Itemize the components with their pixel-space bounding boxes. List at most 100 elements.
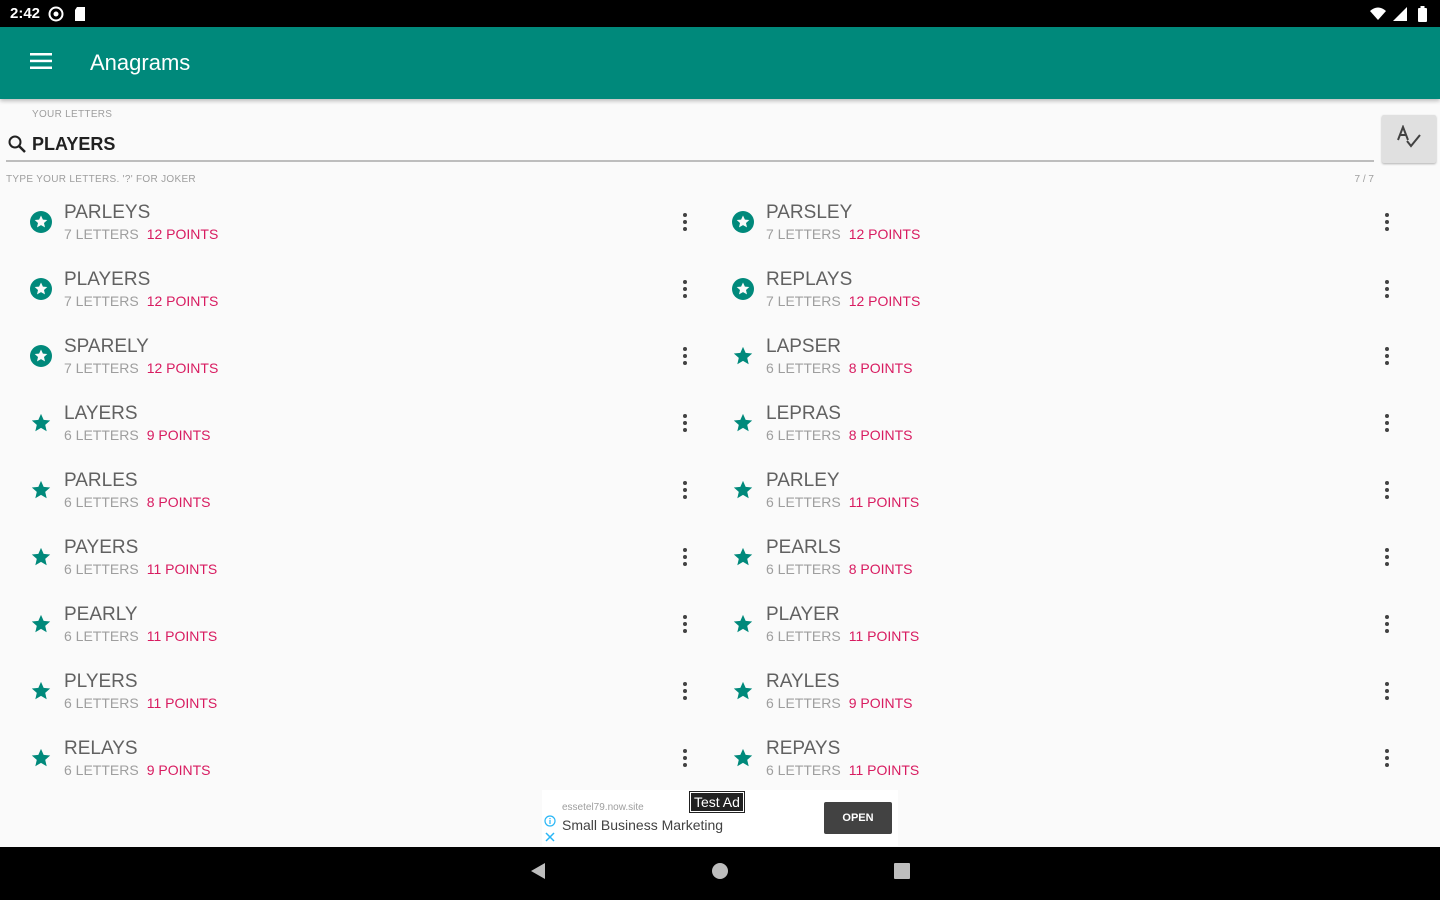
- result-text: PLAYER 6 LETTERS 11 POINTS: [766, 603, 1372, 645]
- points-value: 8 POINTS: [848, 426, 913, 443]
- result-word: RELAYS: [64, 737, 138, 759]
- more-options-icon[interactable]: [670, 202, 700, 242]
- result-item[interactable]: PLAYERS 7 LETTERS 12 POINTS: [0, 255, 700, 322]
- star-icon: [0, 546, 64, 568]
- result-meta: 6 LETTERS 9 POINTS: [64, 761, 670, 779]
- ad-info-icon[interactable]: [544, 814, 556, 827]
- points-value: 12 POINTS: [146, 359, 219, 376]
- status-time: 2:42: [10, 5, 41, 22]
- more-options-icon[interactable]: [1372, 202, 1402, 242]
- result-text: LAPSER 6 LETTERS 8 POINTS: [766, 335, 1372, 377]
- more-options-icon[interactable]: [1372, 470, 1402, 510]
- result-item[interactable]: PARSLEY 7 LETTERS 12 POINTS: [702, 188, 1402, 255]
- more-options-icon[interactable]: [670, 671, 700, 711]
- result-text: LAYERS 6 LETTERS 9 POINTS: [64, 402, 670, 444]
- back-button[interactable]: [508, 847, 568, 900]
- result-item[interactable]: PEARLY 6 LETTERS 11 POINTS: [0, 590, 700, 657]
- ad-open-button[interactable]: OPEN: [824, 802, 892, 834]
- menu-button[interactable]: [0, 27, 82, 99]
- more-options-icon[interactable]: [1372, 403, 1402, 443]
- points-value: 11 POINTS: [146, 627, 218, 644]
- star-circle-icon: [702, 210, 766, 234]
- more-options-icon[interactable]: [670, 336, 700, 376]
- ad-banner[interactable]: essetel79.now.site Test Ad Small Busines…: [542, 790, 898, 846]
- sd-card-icon: [72, 6, 88, 22]
- more-options-icon[interactable]: [1372, 537, 1402, 577]
- result-text: PARLES 6 LETTERS 8 POINTS: [64, 469, 670, 511]
- points-value: 11 POINTS: [146, 560, 218, 577]
- letters-input[interactable]: [32, 129, 1374, 159]
- result-item[interactable]: REPAYS 6 LETTERS 11 POINTS: [702, 724, 1402, 791]
- result-item[interactable]: PARLEY 6 LETTERS 11 POINTS: [702, 456, 1402, 523]
- points-value: 11 POINTS: [146, 694, 218, 711]
- more-options-icon[interactable]: [670, 604, 700, 644]
- test-ad-badge: Test Ad: [690, 792, 744, 812]
- more-options-icon[interactable]: [1372, 738, 1402, 778]
- home-icon: [710, 861, 730, 886]
- points-value: 8 POINTS: [848, 560, 913, 577]
- letter-count: 6 LETTERS: [766, 359, 841, 376]
- result-item[interactable]: PEARLS 6 LETTERS 8 POINTS: [702, 523, 1402, 590]
- result-item[interactable]: LAYERS 6 LETTERS 9 POINTS: [0, 389, 700, 456]
- result-word: PARLES: [64, 469, 138, 491]
- more-options-icon[interactable]: [670, 537, 700, 577]
- recents-button[interactable]: [872, 847, 932, 900]
- result-item[interactable]: PARLEYS 7 LETTERS 12 POINTS: [0, 188, 700, 255]
- result-item[interactable]: RELAYS 6 LETTERS 9 POINTS: [0, 724, 700, 791]
- result-item[interactable]: REPLAYS 7 LETTERS 12 POINTS: [702, 255, 1402, 322]
- ad-close-icon[interactable]: [544, 830, 556, 842]
- result-word: REPLAYS: [766, 268, 853, 290]
- result-word: SPARELY: [64, 335, 149, 357]
- star-icon: [0, 680, 64, 702]
- letter-count: 6 LETTERS: [64, 761, 139, 778]
- more-options-icon[interactable]: [1372, 269, 1402, 309]
- navigation-bar: [0, 847, 1440, 900]
- result-item[interactable]: SPARELY 7 LETTERS 12 POINTS: [0, 322, 700, 389]
- star-circle-icon: [0, 344, 64, 368]
- more-options-icon[interactable]: [670, 403, 700, 443]
- more-options-icon[interactable]: [1372, 604, 1402, 644]
- at-icon: [48, 6, 64, 22]
- result-item[interactable]: PARLES 6 LETTERS 8 POINTS: [0, 456, 700, 523]
- points-value: 12 POINTS: [848, 225, 921, 242]
- letter-count: 6 LETTERS: [64, 694, 139, 711]
- letter-count: 7 LETTERS: [766, 225, 841, 242]
- star-icon: [0, 613, 64, 635]
- more-options-icon[interactable]: [670, 269, 700, 309]
- result-item[interactable]: LAPSER 6 LETTERS 8 POINTS: [702, 322, 1402, 389]
- result-item[interactable]: PLYERS 6 LETTERS 11 POINTS: [0, 657, 700, 724]
- result-item[interactable]: PLAYER 6 LETTERS 11 POINTS: [702, 590, 1402, 657]
- result-meta: 6 LETTERS 11 POINTS: [766, 627, 1372, 645]
- star-circle-icon: [702, 277, 766, 301]
- letter-count: 6 LETTERS: [766, 627, 841, 644]
- points-value: 9 POINTS: [146, 426, 211, 443]
- result-item[interactable]: LEPRAS 6 LETTERS 8 POINTS: [702, 389, 1402, 456]
- result-word: PARLEYS: [64, 201, 151, 223]
- points-value: 9 POINTS: [848, 694, 913, 711]
- result-text: PEARLS 6 LETTERS 8 POINTS: [766, 536, 1372, 578]
- letter-count: 6 LETTERS: [766, 493, 841, 510]
- spellcheck-button[interactable]: [1382, 115, 1436, 163]
- result-meta: 6 LETTERS 9 POINTS: [766, 694, 1372, 712]
- home-button[interactable]: [690, 847, 750, 900]
- letter-count: 7 LETTERS: [64, 292, 139, 309]
- search-field[interactable]: [6, 128, 1374, 162]
- result-item[interactable]: RAYLES 6 LETTERS 9 POINTS: [702, 657, 1402, 724]
- star-icon: [702, 613, 766, 635]
- letter-counter: 7 / 7: [1354, 174, 1374, 185]
- more-options-icon[interactable]: [1372, 671, 1402, 711]
- result-text: LEPRAS 6 LETTERS 8 POINTS: [766, 402, 1372, 444]
- more-options-icon[interactable]: [1372, 336, 1402, 376]
- result-word: LAYERS: [64, 402, 138, 424]
- result-text: PARSLEY 7 LETTERS 12 POINTS: [766, 201, 1372, 243]
- result-word: LEPRAS: [766, 402, 841, 424]
- result-word: LAPSER: [766, 335, 841, 357]
- points-value: 12 POINTS: [146, 225, 219, 242]
- letter-count: 6 LETTERS: [766, 694, 841, 711]
- result-item[interactable]: PAYERS 6 LETTERS 11 POINTS: [0, 523, 700, 590]
- result-meta: 6 LETTERS 8 POINTS: [766, 359, 1372, 377]
- more-options-icon[interactable]: [670, 470, 700, 510]
- points-value: 11 POINTS: [848, 627, 920, 644]
- letter-count: 6 LETTERS: [766, 761, 841, 778]
- more-options-icon[interactable]: [670, 738, 700, 778]
